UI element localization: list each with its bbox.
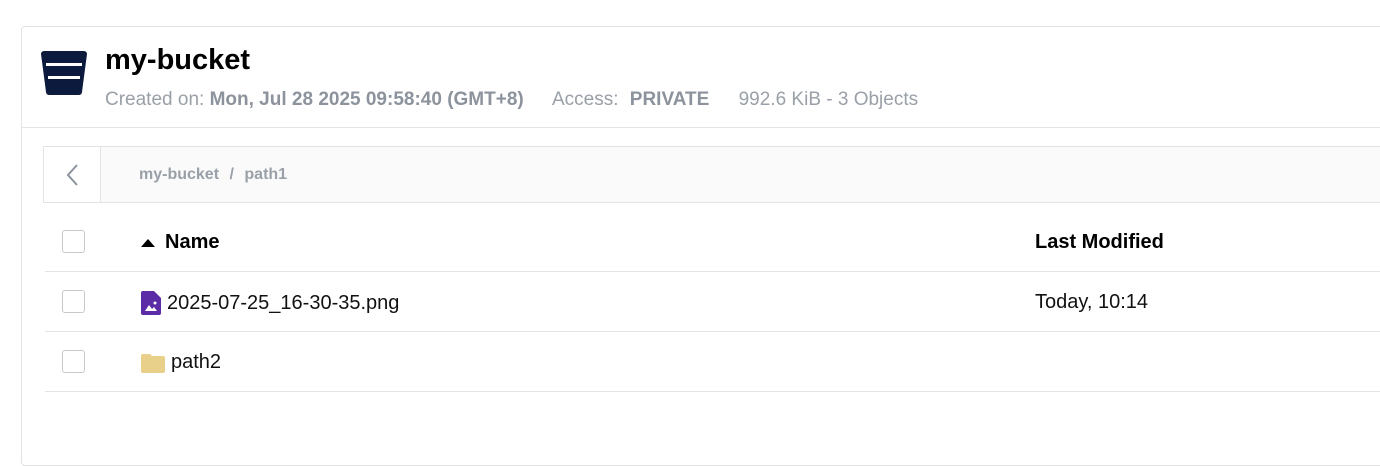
bucket-icon: [41, 51, 87, 95]
chevron-left-icon: [66, 163, 78, 186]
back-button[interactable]: [44, 147, 101, 202]
name-column-header[interactable]: Name: [141, 231, 219, 254]
sort-ascending-icon: [141, 238, 155, 247]
row-checkbox[interactable]: [62, 350, 85, 373]
table-row[interactable]: 2025-07-25_16-30-35.png Today, 10:14: [45, 272, 1380, 332]
image-file-icon: [141, 291, 161, 315]
name-header-label: Name: [165, 231, 220, 253]
row-checkbox[interactable]: [62, 290, 85, 313]
created-value: Mon, Jul 28 2025 09:58:40 (GMT+8): [209, 89, 524, 110]
table-header: Name Last Modified: [45, 212, 1380, 272]
breadcrumb-bar: my-bucket / path1: [43, 146, 1380, 203]
bucket-name: my-bucket: [105, 44, 251, 76]
breadcrumb-item-bucket[interactable]: my-bucket: [139, 166, 219, 183]
file-name[interactable]: 2025-07-25_16-30-35.png: [167, 292, 399, 315]
breadcrumb: my-bucket / path1: [139, 166, 287, 184]
bucket-summary: 992.6 KiB - 3 Objects: [738, 89, 919, 110]
bucket-meta: Created on: Mon, Jul 28 2025 09:58:40 (G…: [105, 89, 942, 111]
bucket-header: [21, 26, 1380, 128]
folder-name[interactable]: path2: [171, 351, 221, 374]
last-modified-column-header[interactable]: Last Modified: [1035, 231, 1164, 254]
created-label: Created on:: [105, 89, 205, 110]
access-value: PRIVATE: [629, 89, 710, 110]
folder-icon: [141, 353, 165, 373]
breadcrumb-item-path1[interactable]: path1: [244, 166, 287, 183]
table-row[interactable]: path2: [45, 332, 1380, 392]
last-modified: Today, 10:14: [1035, 291, 1149, 313]
select-all-checkbox[interactable]: [62, 230, 85, 253]
breadcrumb-separator: /: [229, 166, 234, 183]
access-label: Access:: [551, 89, 619, 110]
